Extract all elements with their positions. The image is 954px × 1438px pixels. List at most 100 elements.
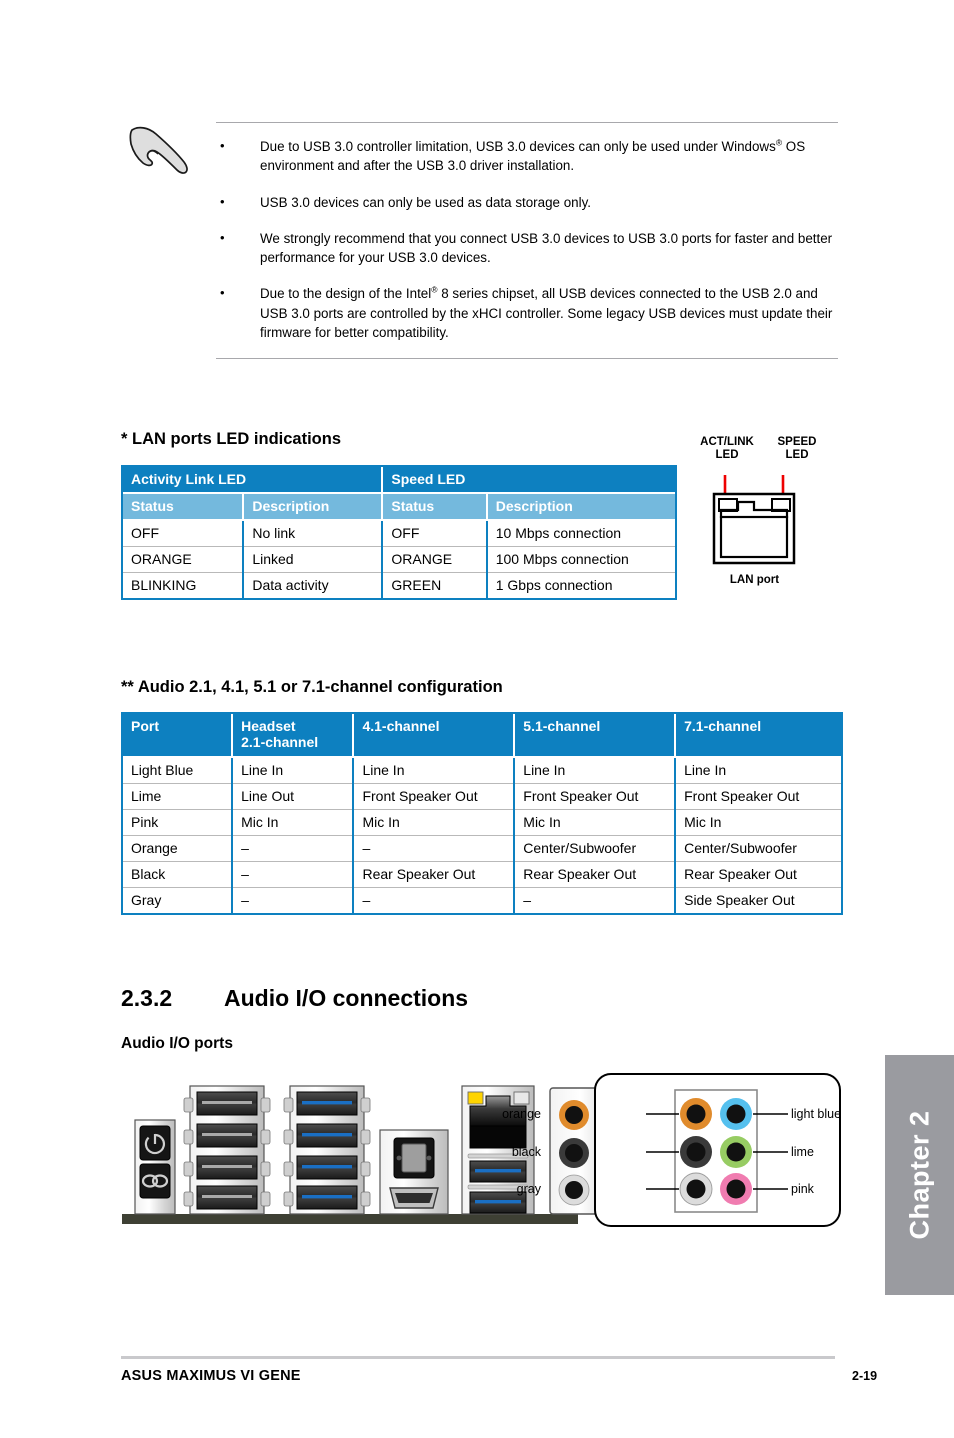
audio-col-port: Port	[123, 714, 234, 758]
table-row: Black – Rear Speaker Out Rear Speaker Ou…	[123, 861, 841, 888]
ps2-combo-port	[134, 1119, 176, 1215]
cell: Rear Speaker Out	[514, 861, 677, 888]
footer-product-name: ASUS MAXIMUS VI GENE	[121, 1368, 301, 1384]
cell: –	[514, 887, 677, 913]
rj45-port-icon	[712, 475, 796, 565]
audio-col-41: 4.1-channel	[353, 714, 516, 758]
audio-table-header: Port Headset 2.1-channel 4.1-channel 5.1…	[123, 714, 841, 758]
cell: Front Speaker Out	[353, 783, 516, 810]
audio-col-headset: Headset 2.1-channel	[232, 714, 355, 758]
lan-port-figure: ACT/LINK LED SPEED LED LAN port	[692, 436, 842, 594]
table-row: Lime Line Out Front Speaker Out Front Sp…	[123, 783, 841, 810]
page-number: 2-19	[852, 1369, 878, 1383]
lan-port-caption: LAN port	[729, 574, 780, 586]
cell: Front Speaker Out	[675, 783, 841, 810]
cell: Light Blue	[123, 757, 234, 784]
cell: Line In	[514, 757, 677, 784]
note-text-pre: Due to USB 3.0 controller limitation, US…	[260, 139, 776, 154]
page-title: Audio I/O connections	[224, 985, 469, 1011]
section-number: 2.3.2	[121, 985, 173, 1011]
note-text-pre: USB 3.0 devices can only be used as data…	[260, 194, 591, 210]
cell: Line In	[232, 757, 355, 784]
cell: Lime	[123, 783, 234, 810]
lan-col-status-2: Status	[382, 493, 488, 521]
cell: –	[353, 887, 516, 913]
cell: ORANGE	[123, 546, 245, 573]
cell: 100 Mbps connection	[486, 546, 675, 573]
speed-led-label-line1: SPEED	[777, 436, 817, 448]
cell: Mic In	[514, 809, 677, 836]
lan-usb3-port-group	[461, 1085, 535, 1215]
note-item-text: We strongly recommend that you connect U…	[260, 229, 838, 268]
rear-io-panel-diagram: orange black gray light blue lime pink	[118, 1068, 848, 1233]
cell: Line In	[675, 757, 841, 784]
cell: Orange	[123, 835, 234, 862]
act-link-led-label: ACT/LINK LED	[690, 436, 764, 462]
cell: Black	[123, 861, 234, 888]
cell: BLINKING	[123, 572, 245, 598]
note-text-pre: We strongly recommend that you connect U…	[260, 230, 833, 266]
note-item: • We strongly recommend that you connect…	[216, 229, 838, 268]
note-hand-icon	[124, 124, 196, 180]
cell: Pink	[123, 809, 234, 836]
cell: Rear Speaker Out	[353, 861, 516, 888]
cell: –	[232, 835, 355, 862]
lan-group-speed: Speed LED	[382, 467, 675, 494]
footer-divider	[121, 1356, 835, 1359]
cell: Line In	[353, 757, 516, 784]
cell: Center/Subwoofer	[514, 835, 677, 862]
table-row: Orange – – Center/Subwoofer Center/Subwo…	[123, 835, 841, 862]
usb3-port-stack	[283, 1085, 371, 1215]
speed-led-label-line2: LED	[785, 449, 809, 462]
cell: OFF	[123, 520, 245, 547]
audio-col-51: 5.1-channel	[514, 714, 677, 758]
cell: –	[232, 887, 355, 913]
cell: Front Speaker Out	[514, 783, 677, 810]
table-row: Light Blue Line In Line In Line In Line …	[123, 757, 841, 784]
cell: Mic In	[675, 809, 841, 836]
cell: Center/Subwoofer	[675, 835, 841, 862]
lan-section-title: * LAN ports LED indications	[121, 430, 342, 448]
note-item: • Due to USB 3.0 controller limitation, …	[216, 137, 838, 176]
cell: Line Out	[232, 783, 355, 810]
usb2-port-stack	[183, 1085, 271, 1215]
cell: No link	[243, 520, 384, 547]
section-subheading: Audio I/O ports	[121, 1035, 233, 1052]
cell: –	[353, 835, 516, 862]
note-callout: • Due to USB 3.0 controller limitation, …	[216, 122, 838, 360]
cell: 10 Mbps connection	[486, 520, 675, 547]
note-item-text: Due to the design of the Intel® 8 series…	[260, 284, 838, 342]
lan-table-subheader: Status Description Status Description	[123, 493, 675, 521]
lan-group-activity: Activity Link LED	[123, 467, 384, 494]
note-bottom-rule	[216, 358, 838, 360]
lan-led-table: Activity Link LED Speed LED Status Descr…	[121, 465, 677, 600]
spdif-hdmi-port-group	[379, 1129, 449, 1215]
cell: Gray	[123, 887, 234, 913]
lan-col-status-1: Status	[123, 493, 245, 521]
audio-channel-table: Port Headset 2.1-channel 4.1-channel 5.1…	[121, 712, 843, 915]
note-item-text: Due to USB 3.0 controller limitation, US…	[260, 137, 838, 176]
note-item: • USB 3.0 devices can only be used as da…	[216, 193, 838, 212]
table-row: BLINKING Data activity GREEN 1 Gbps conn…	[123, 572, 675, 598]
table-row: Pink Mic In Mic In Mic In Mic In	[123, 809, 841, 836]
cell: OFF	[382, 520, 488, 547]
chapter-tab: Chapter 2	[885, 1055, 954, 1295]
audio-col-headset-line1: Headset	[241, 718, 296, 734]
bullet-glyph: •	[220, 229, 225, 245]
cell: Rear Speaker Out	[675, 861, 841, 888]
audio-config-section-title: ** Audio 2.1, 4.1, 5.1 or 7.1-channel co…	[121, 678, 503, 696]
audio-col-headset-line2: 2.1-channel	[241, 734, 319, 750]
lan-col-desc-1: Description	[243, 493, 384, 521]
cell: GREEN	[382, 572, 488, 598]
cell: Data activity	[243, 572, 384, 598]
cell: ORANGE	[382, 546, 488, 573]
audio-jack-callout	[594, 1073, 841, 1227]
audio-col-71: 7.1-channel	[675, 714, 841, 758]
cell: Side Speaker Out	[675, 887, 841, 913]
cell: 1 Gbps connection	[486, 572, 675, 598]
speed-led-label: SPEED LED	[766, 436, 828, 462]
table-row: ORANGE Linked ORANGE 100 Mbps connection	[123, 546, 675, 573]
note-item: • Due to the design of the Intel® 8 seri…	[216, 284, 838, 342]
act-link-led-label-line1: ACT/LINK	[700, 436, 754, 448]
bullet-glyph: •	[220, 285, 225, 301]
